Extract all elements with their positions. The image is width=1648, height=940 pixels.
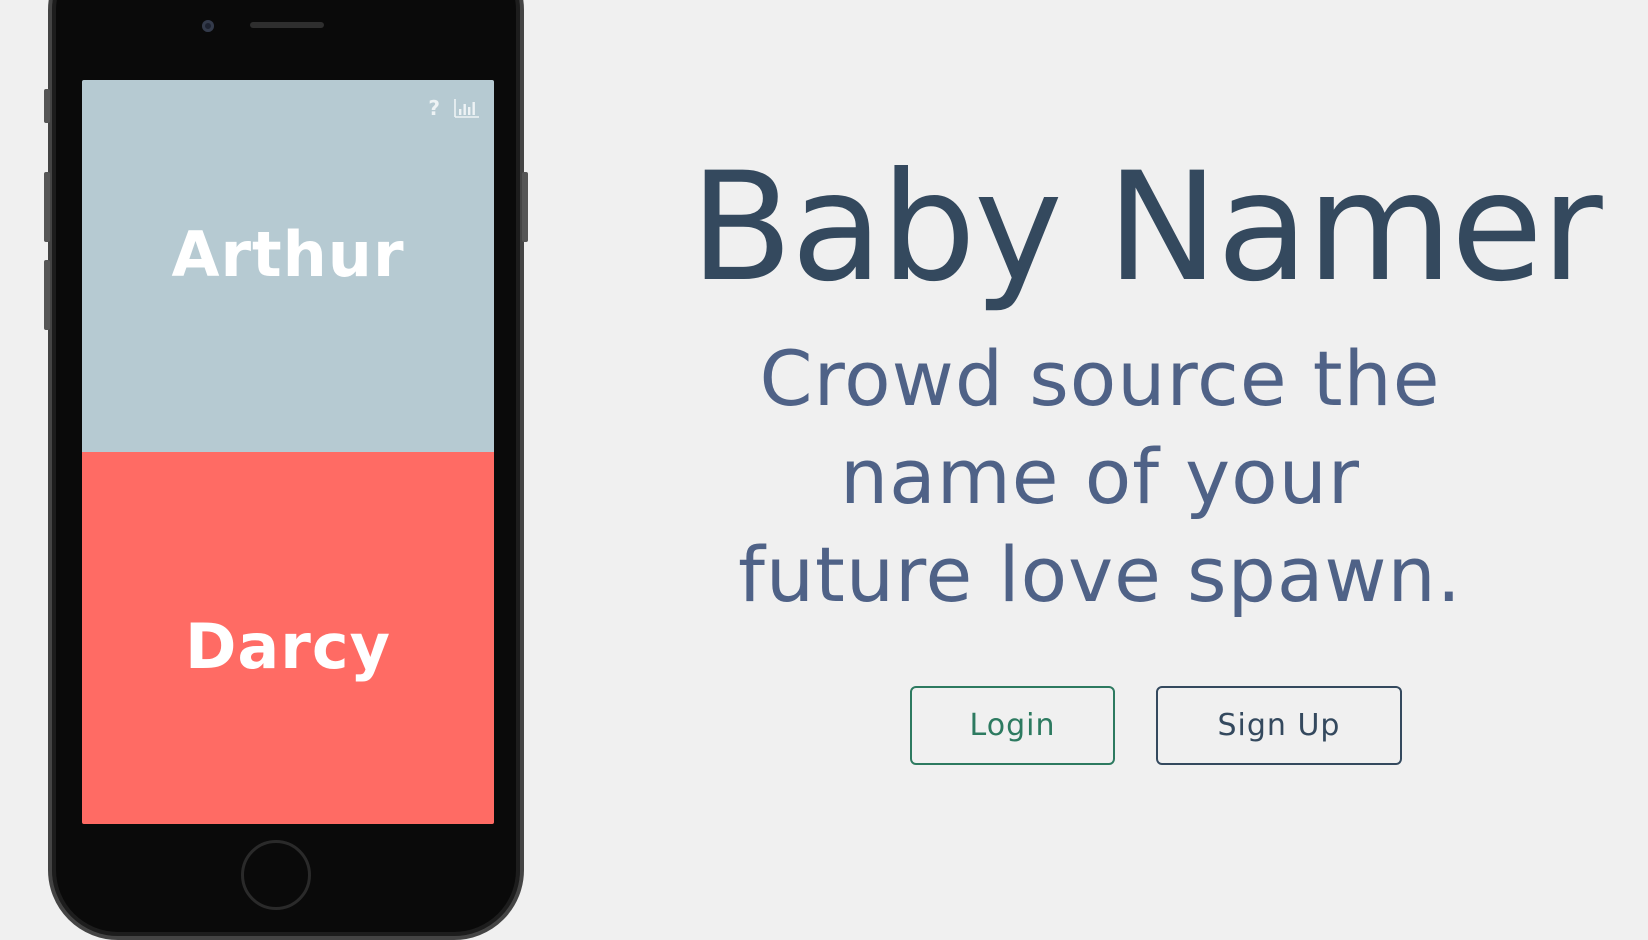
phone-screen: Arthur Darcy ? [82,80,494,824]
phone-mute-switch [44,89,50,123]
login-button[interactable]: Login [910,686,1115,765]
screen-toolbar: ? [428,98,480,118]
name-option-top[interactable]: Arthur [171,218,404,291]
help-icon[interactable]: ? [428,98,440,118]
signup-button[interactable]: Sign Up [1156,686,1402,765]
phone-power-button [522,172,528,242]
phone-speaker [250,22,324,28]
name-option-top-panel[interactable]: Arthur [82,80,494,452]
page-title: Baby Namer [690,141,1603,315]
name-option-bottom-panel[interactable]: Darcy [82,452,494,824]
name-option-bottom[interactable]: Darcy [185,610,391,683]
phone-mockup: Arthur Darcy ? [44,0,528,940]
phone-home-button [241,840,311,910]
tagline: Crowd source the name of your future lov… [738,334,1462,619]
stats-icon[interactable] [454,98,480,118]
phone-volume-down-button [44,260,50,330]
phone-volume-up-button [44,172,50,242]
phone-camera [202,20,214,32]
